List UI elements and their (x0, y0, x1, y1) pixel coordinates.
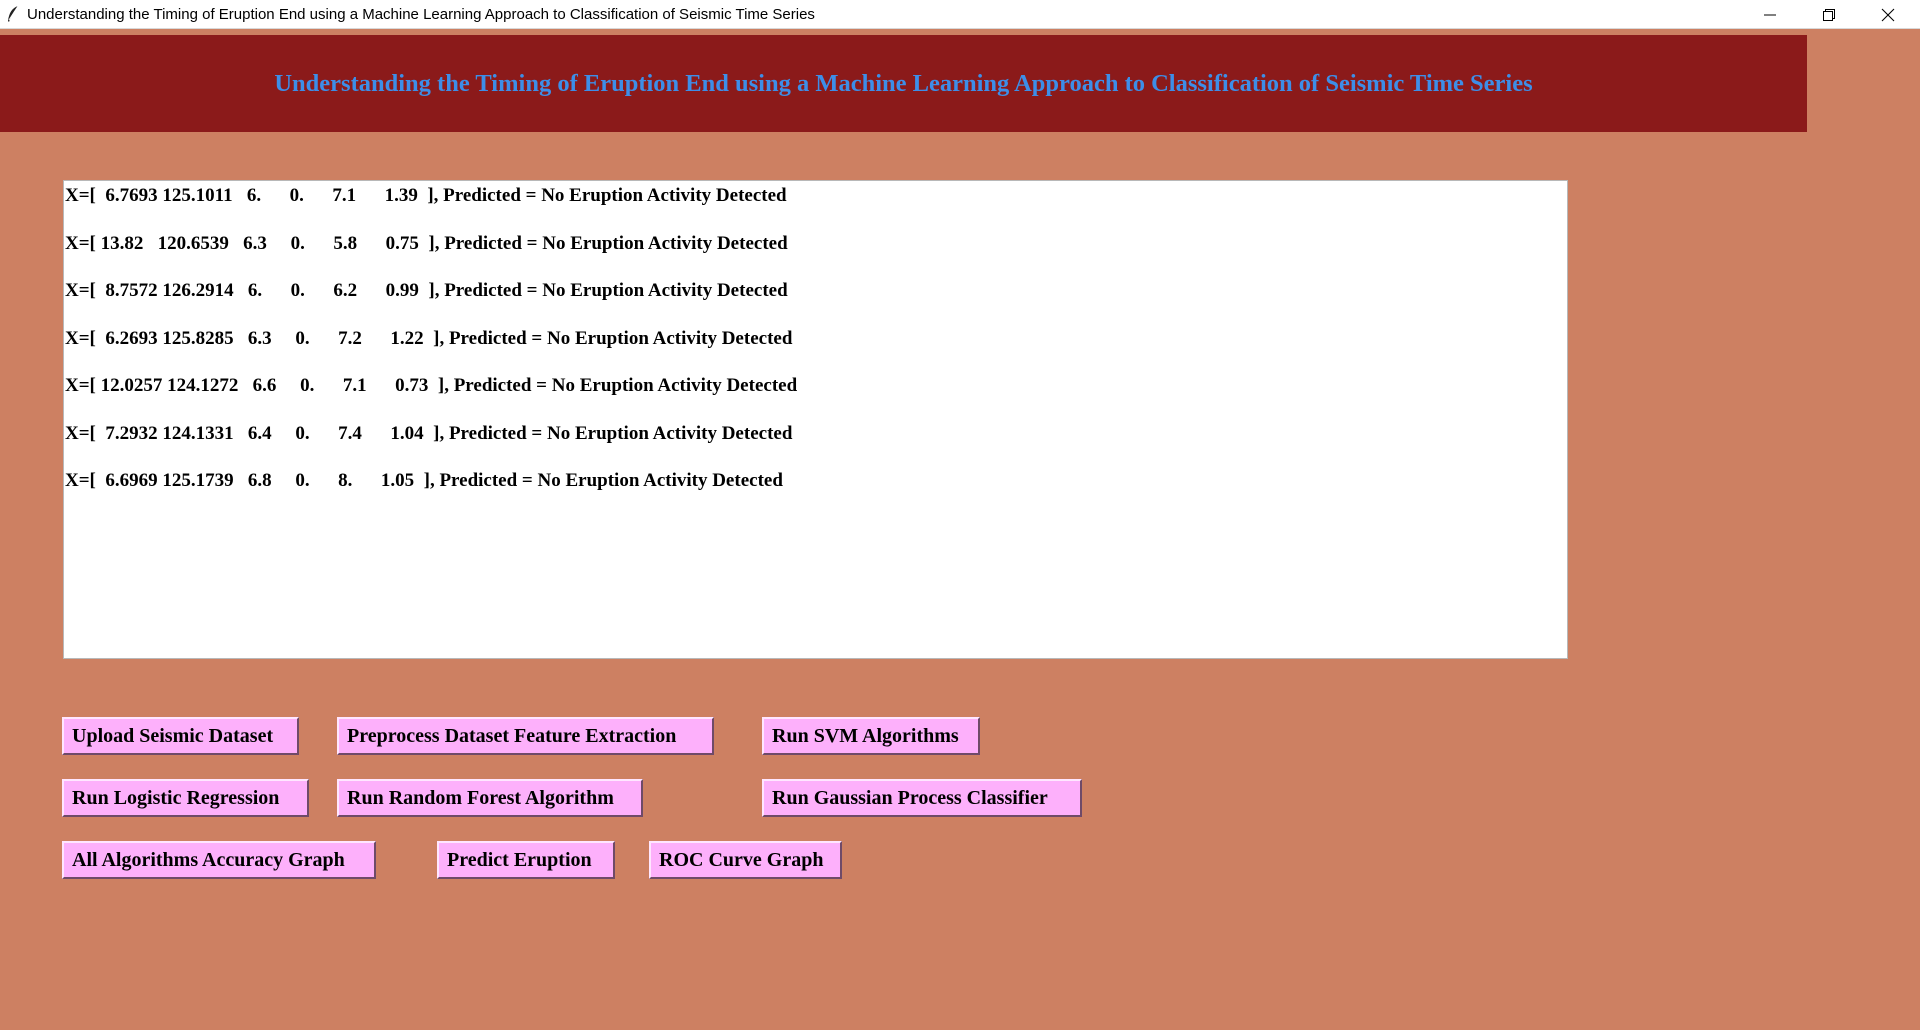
minimize-icon (1764, 14, 1776, 16)
output-line: X=[ 13.82 120.6539 6.3 0. 5.8 0.75 ], Pr… (65, 232, 788, 254)
title-bar: Understanding the Timing of Eruption End… (0, 0, 1920, 29)
close-icon (1881, 8, 1895, 22)
run-gaussian-process-button[interactable]: Run Gaussian Process Classifier (762, 779, 1082, 817)
output-text-area[interactable]: X=[ 6.7693 125.1011 6. 0. 7.1 1.39 ], Pr… (63, 180, 1568, 659)
output-line: X=[ 8.7572 126.2914 6. 0. 6.2 0.99 ], Pr… (65, 280, 788, 301)
window-title: Understanding the Timing of Eruption End… (27, 6, 815, 23)
restore-button[interactable] (1800, 0, 1858, 29)
accuracy-graph-button[interactable]: All Algorithms Accuracy Graph (62, 841, 376, 879)
output-line: X=[ 7.2932 124.1331 6.4 0. 7.4 1.04 ], P… (65, 422, 793, 444)
header-banner: Understanding the Timing of Eruption End… (0, 35, 1807, 132)
restore-icon (1823, 9, 1835, 21)
run-logistic-regression-button[interactable]: Run Logistic Regression (62, 779, 309, 817)
run-random-forest-button[interactable]: Run Random Forest Algorithm (337, 779, 643, 817)
page-title: Understanding the Timing of Eruption End… (274, 70, 1533, 97)
minimize-button[interactable] (1741, 0, 1799, 29)
predict-eruption-button[interactable]: Predict Eruption (437, 841, 615, 879)
run-svm-button[interactable]: Run SVM Algorithms (762, 717, 980, 755)
close-button[interactable] (1859, 0, 1917, 29)
output-line: X=[ 6.7693 125.1011 6. 0. 7.1 1.39 ], Pr… (65, 185, 787, 206)
upload-seismic-dataset-button[interactable]: Upload Seismic Dataset (62, 717, 299, 755)
feather-icon (6, 5, 20, 23)
output-line: X=[ 6.6969 125.1739 6.8 0. 8. 1.05 ], Pr… (65, 470, 783, 491)
app-window: Understanding the Timing of Eruption End… (0, 0, 1920, 1030)
output-line: X=[ 12.0257 124.1272 6.6 0. 7.1 0.73 ], … (65, 375, 798, 396)
roc-curve-graph-button[interactable]: ROC Curve Graph (649, 841, 842, 879)
output-line: X=[ 6.2693 125.8285 6.3 0. 7.2 1.22 ], P… (65, 327, 793, 349)
preprocess-dataset-button[interactable]: Preprocess Dataset Feature Extraction (337, 717, 714, 755)
